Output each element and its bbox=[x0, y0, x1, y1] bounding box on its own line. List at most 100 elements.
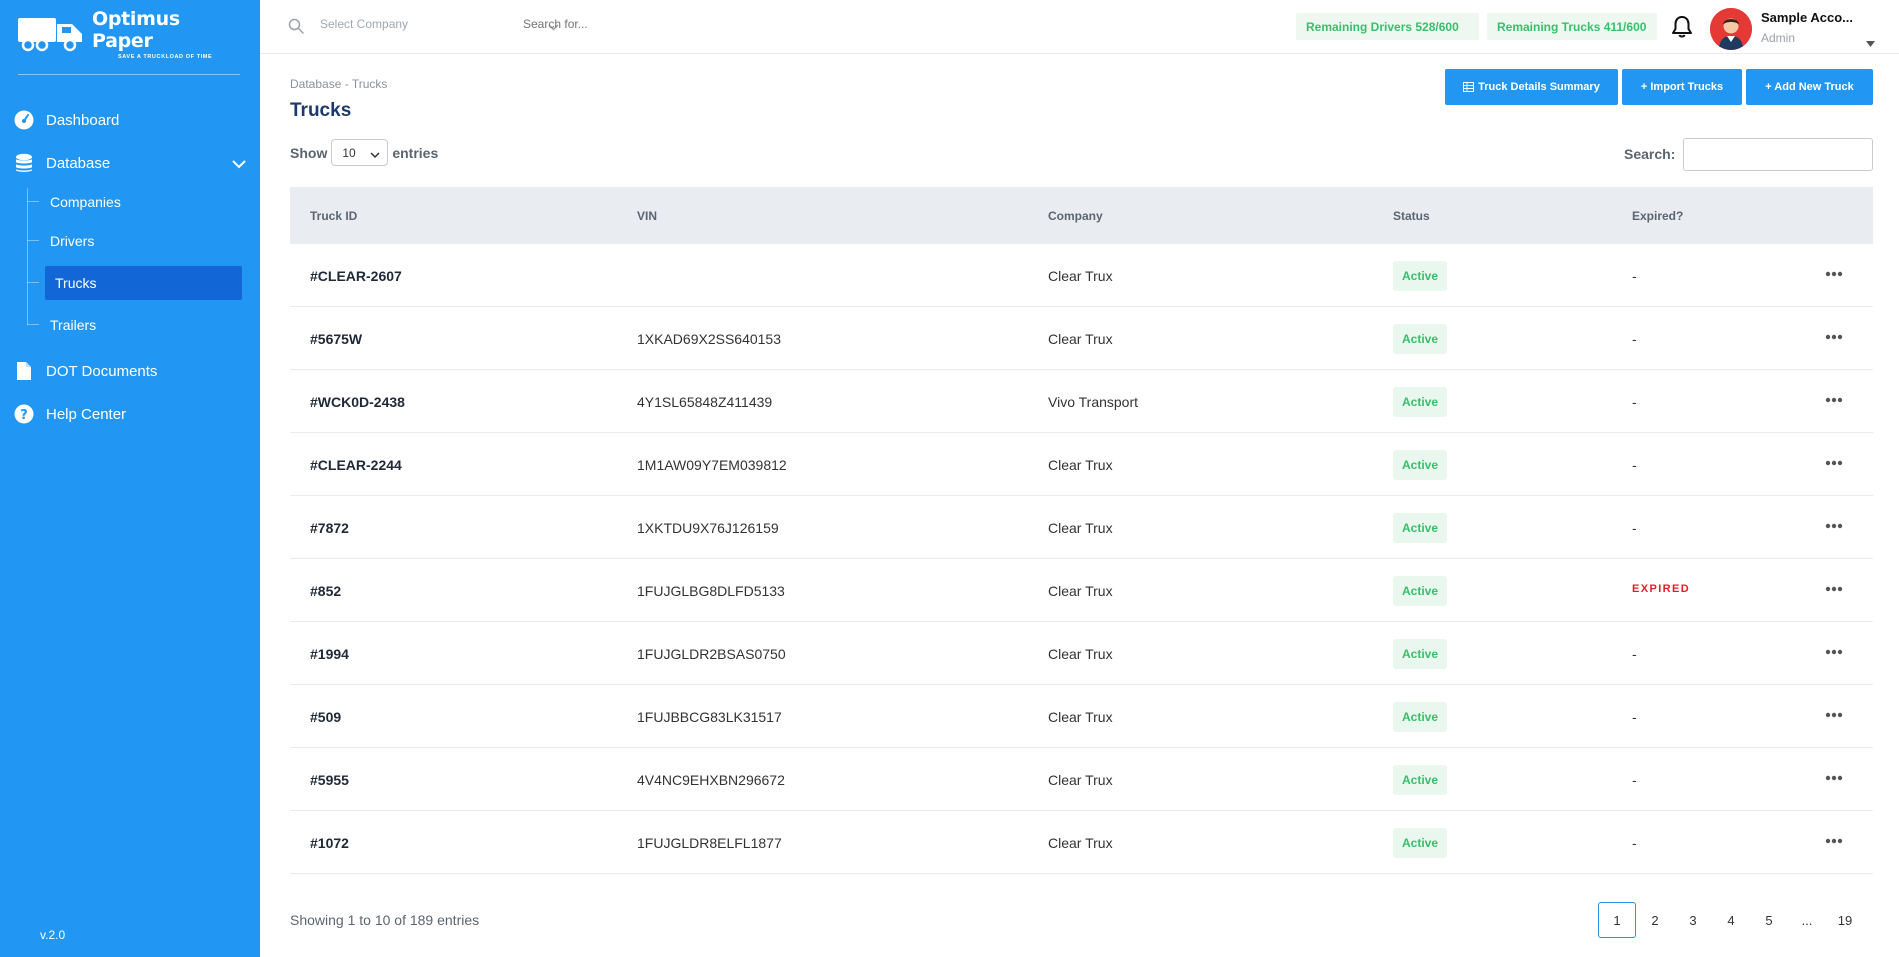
expired-value: - bbox=[1632, 772, 1637, 788]
table-icon bbox=[1463, 82, 1475, 92]
add-new-truck-button[interactable]: + Add New Truck bbox=[1746, 69, 1873, 105]
column-header-company[interactable]: Company bbox=[1048, 209, 1103, 223]
more-horizontal-icon[interactable] bbox=[1825, 579, 1843, 595]
column-header-vin[interactable]: VIN bbox=[637, 209, 657, 223]
sidebar-item-label: Drivers bbox=[50, 233, 95, 249]
page-title: Trucks bbox=[290, 100, 352, 121]
page-button[interactable]: 2 bbox=[1636, 902, 1674, 938]
expired-value: - bbox=[1632, 268, 1637, 284]
truck-vin: 1XKAD69X2SS640153 bbox=[637, 331, 781, 347]
status-cell: Active bbox=[1393, 576, 1448, 606]
more-horizontal-icon[interactable] bbox=[1825, 453, 1843, 469]
status-badge: Active bbox=[1393, 450, 1448, 480]
truck-id[interactable]: #1072 bbox=[310, 835, 349, 851]
truck-id[interactable]: #509 bbox=[310, 709, 341, 725]
sidebar-item-label: DOT Documents bbox=[46, 362, 158, 380]
show-entries-control: Show 10 entries bbox=[290, 139, 438, 166]
page-button[interactable]: 5 bbox=[1750, 902, 1788, 938]
more-horizontal-icon[interactable] bbox=[1825, 327, 1843, 343]
account-role: Admin bbox=[1761, 31, 1796, 45]
table-row[interactable]: #WCK0D-2438 4Y1SL65848Z411439 Vivo Transpo… bbox=[290, 370, 1873, 433]
status-cell: Active bbox=[1393, 324, 1448, 354]
page-button[interactable]: 4 bbox=[1712, 902, 1750, 938]
more-horizontal-icon[interactable] bbox=[1825, 831, 1843, 847]
truck-vin: 4Y1SL65848Z411439 bbox=[637, 394, 773, 410]
table-row[interactable]: #1994 1FUJGLDR2BSAS0750 Clear Trux Active - bbox=[290, 622, 1873, 685]
sidebar-item-label: Trucks bbox=[55, 275, 97, 291]
truck-id[interactable]: #WCK0D-2438 bbox=[310, 394, 405, 410]
page-button[interactable]: 1 bbox=[1598, 902, 1636, 938]
status-cell: Active bbox=[1393, 387, 1448, 417]
column-header-expired[interactable]: Expired? bbox=[1632, 209, 1683, 223]
column-header-truck-id[interactable]: Truck ID bbox=[310, 209, 357, 223]
status-cell: Active bbox=[1393, 765, 1448, 795]
remaining-trucks-badge: Remaining Trucks 411/600 bbox=[1487, 13, 1657, 40]
avatar[interactable] bbox=[1710, 8, 1752, 50]
truck-id[interactable]: #5955 bbox=[310, 772, 349, 788]
table-row[interactable]: #5955 4V4NC9EHXBN296672 Clear Trux Active - bbox=[290, 748, 1873, 811]
sidebar-item-trailers[interactable]: Trailers bbox=[22, 308, 242, 342]
pagination: 1 2 3 4 5... 19 bbox=[1598, 902, 1864, 938]
status-cell: Active bbox=[1393, 639, 1448, 669]
truck-vin: 1FUJGLDR8ELFL1877 bbox=[637, 835, 782, 851]
table-row[interactable]: #509 1FUJBBCG83LK31517 Clear Trux Active - bbox=[290, 685, 1873, 748]
expired-value: - bbox=[1632, 394, 1637, 410]
entries-select-value: 10 bbox=[342, 145, 356, 160]
svg-text:?: ? bbox=[20, 408, 28, 423]
truck-id[interactable]: #852 bbox=[310, 583, 341, 599]
expired-value: - bbox=[1632, 520, 1637, 536]
table-row[interactable]: #1072 1FUJGLDR8ELFL1877 Clear Trux Active - bbox=[290, 811, 1873, 874]
remaining-drivers-badge: Remaining Drivers 528/600 bbox=[1296, 13, 1479, 40]
truck-company: Clear Trux bbox=[1048, 835, 1113, 851]
truck-company: Clear Trux bbox=[1048, 583, 1113, 599]
more-horizontal-icon[interactable] bbox=[1825, 705, 1843, 721]
account-name[interactable]: Sample Acco... bbox=[1761, 10, 1853, 25]
company-select[interactable]: Select Company bbox=[320, 17, 559, 31]
entries-per-page-select[interactable]: 10 bbox=[331, 139, 389, 166]
truck-company: Vivo Transport bbox=[1048, 394, 1139, 410]
table-search-input[interactable] bbox=[1683, 138, 1873, 171]
sidebar-item-dot-documents[interactable]: DOT Documents bbox=[14, 358, 157, 384]
truck-id[interactable]: #7872 bbox=[310, 520, 349, 536]
sidebar: Optimus Paper SAVE A TRUCKLOAD OF TIME D… bbox=[0, 0, 260, 957]
more-horizontal-icon[interactable] bbox=[1825, 768, 1843, 784]
status-badge: Active bbox=[1393, 513, 1448, 543]
truck-vin: 1M1AW09Y7EM039812 bbox=[637, 457, 787, 473]
column-header-status[interactable]: Status bbox=[1393, 209, 1430, 223]
more-horizontal-icon[interactable] bbox=[1825, 390, 1843, 406]
more-horizontal-icon[interactable] bbox=[1825, 264, 1843, 280]
more-horizontal-icon[interactable] bbox=[1825, 642, 1843, 658]
status-cell: Active bbox=[1393, 513, 1448, 543]
sidebar-item-drivers[interactable]: Drivers bbox=[22, 224, 242, 258]
truck-id[interactable]: #CLEAR-2607 bbox=[310, 268, 402, 284]
truck-company: Clear Trux bbox=[1048, 268, 1113, 284]
status-badge: Active bbox=[1393, 765, 1448, 795]
sidebar-item-help-center[interactable]: ? Help Center bbox=[14, 401, 126, 427]
more-horizontal-icon[interactable] bbox=[1825, 516, 1843, 532]
table-header: Truck ID VIN Company Status Expired? bbox=[290, 187, 1873, 244]
sidebar-item-label: Trailers bbox=[50, 317, 97, 333]
expired-value: - bbox=[1632, 835, 1637, 851]
sidebar-item-label: Help Center bbox=[46, 405, 127, 423]
truck-id[interactable]: #CLEAR-2244 bbox=[310, 457, 402, 473]
table-row[interactable]: #5675W 1XKAD69X2SS640153 Clear Trux Active - bbox=[290, 307, 1873, 370]
table-search-label: Search: bbox=[1624, 146, 1676, 162]
caret-down-icon[interactable] bbox=[1866, 34, 1875, 52]
table-row[interactable]: #CLEAR-2244 1M1AW09Y7EM039812 Clear Trux Ac… bbox=[290, 433, 1873, 496]
global-search-input[interactable] bbox=[523, 17, 823, 31]
status-cell: Active bbox=[1393, 450, 1448, 480]
table-row[interactable]: #7872 1XKTDU9X76J126159 Clear Trux Active - bbox=[290, 496, 1873, 559]
page-button[interactable]: 3 bbox=[1674, 902, 1712, 938]
import-trucks-button[interactable]: + Import Trucks bbox=[1622, 69, 1742, 105]
truck-details-summary-button[interactable]: Truck Details Summary bbox=[1445, 69, 1618, 105]
page-button[interactable]: 19 bbox=[1826, 902, 1864, 938]
sidebar-item-companies[interactable]: Companies bbox=[22, 185, 242, 219]
truck-id[interactable]: #5675W bbox=[310, 331, 362, 347]
table-row[interactable]: #852 1FUJGLBG8DLFD5133 Clear Trux Active EXP… bbox=[290, 559, 1873, 622]
app-version: v.2.0 bbox=[40, 928, 66, 942]
truck-id[interactable]: #1994 bbox=[310, 646, 349, 662]
help-circle-icon: ? bbox=[14, 404, 34, 424]
table-row[interactable]: #CLEAR-2607 Clear Trux Active - bbox=[290, 244, 1873, 307]
bell-icon[interactable] bbox=[1671, 15, 1693, 44]
sidebar-item-trucks[interactable]: Trucks bbox=[22, 266, 242, 300]
